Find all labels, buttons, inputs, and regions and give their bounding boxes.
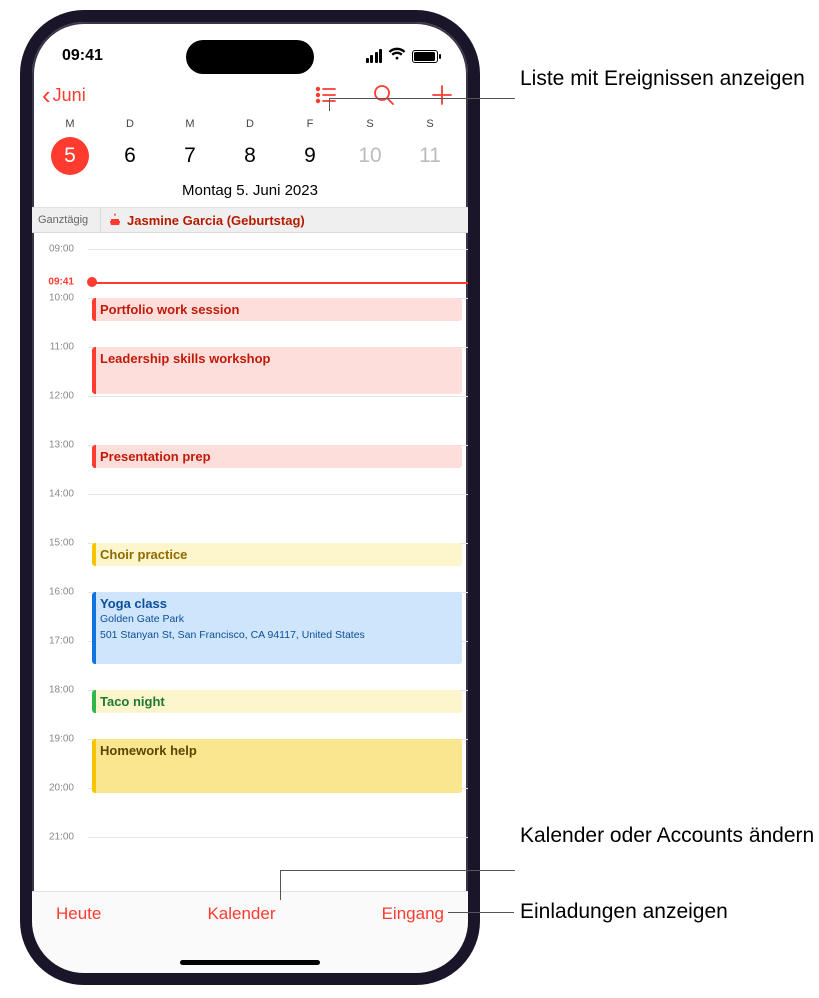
calendar-event[interactable]: Yoga class Golden Gate Park 501 Stanyan St… [92,592,462,664]
today-button[interactable]: Heute [56,904,101,924]
weekday-label: F [280,118,340,130]
list-view-button[interactable] [314,83,338,107]
callout-line [280,870,281,900]
hour-label: 10:00 [32,293,80,304]
hour-label: 09:00 [32,244,80,255]
date-cell[interactable]: 10 [340,136,400,176]
hour-label: 20:00 [32,783,80,794]
calendar-event[interactable]: Portfolio work session [92,298,462,321]
weekday-labels: MDMDFSS [32,116,468,132]
date-cell[interactable]: 6 [100,136,160,176]
hour-line [88,249,468,250]
week-dates: 567891011 [32,132,468,182]
callout-line [329,98,515,99]
callout-accounts: Kalender oder Accounts ändern [520,822,814,849]
allday-event[interactable]: Jasmine Garcia (Geburtstag) [100,208,468,232]
wifi-icon [388,47,406,65]
notch [186,40,314,74]
cellular-icon [366,49,383,63]
event-title: Yoga class [100,596,454,611]
bottom-toolbar: Heute Kalender Eingang [32,891,468,973]
hour-label: 16:00 [32,587,80,598]
event-title: Presentation prep [100,449,454,464]
weekday-label: M [40,118,100,130]
event-title: Taco night [100,694,454,709]
callout-list: Liste mit Ereignissen anzeigen [520,65,805,92]
hour-label: 17:00 [32,636,80,647]
home-indicator [180,960,320,965]
status-time: 09:41 [62,47,103,65]
date-cell[interactable]: 7 [160,136,220,176]
inbox-button[interactable]: Eingang [382,904,444,924]
callout-line [448,912,514,913]
date-cell[interactable]: 11 [400,136,460,176]
hour-label: 18:00 [32,685,80,696]
back-label: Juni [53,85,86,106]
hour-label: 19:00 [32,734,80,745]
timeline[interactable]: 09:00 10:00 11:00 12:00 13:00 14:00 15:00 16:00… [32,233,468,867]
chevron-left-icon: ‹ [42,82,51,108]
weekday-label: D [220,118,280,130]
full-date-header: Montag 5. Juni 2023 [32,182,468,208]
iphone-frame: 09:41 ‹ Juni [20,10,480,985]
allday-row: Ganztägig Jasmine Garcia (Geburtstag) [32,208,468,233]
hour-label: 11:00 [32,342,80,353]
event-title: Choir practice [100,547,454,562]
weekday-label: D [100,118,160,130]
date-cell[interactable]: 9 [280,136,340,176]
calendar-event[interactable]: Taco night [92,690,462,713]
callout-line [329,98,330,111]
event-title: Homework help [100,743,454,758]
weekday-label: S [340,118,400,130]
calendars-button[interactable]: Kalender [207,904,275,924]
hour-label: 13:00 [32,440,80,451]
status-right [366,47,439,65]
battery-icon [412,50,438,63]
calendar-event[interactable]: Choir practice [92,543,462,566]
weekday-label: M [160,118,220,130]
now-time-label: 09:41 [32,277,80,288]
callout-line [280,870,515,871]
hour-line [88,837,468,838]
event-address: 501 Stanyan St, San Francisco, CA 94117,… [100,629,454,643]
event-location: Golden Gate Park [100,613,454,627]
allday-label: Ganztägig [32,208,100,232]
hour-label: 14:00 [32,489,80,500]
weekday-label: S [400,118,460,130]
event-title: Portfolio work session [100,302,454,317]
add-event-button[interactable] [430,83,454,107]
hour-label: 21:00 [32,832,80,843]
calendar-event[interactable]: Leadership skills workshop [92,347,462,394]
date-cell[interactable]: 8 [220,136,280,176]
hour-line [88,494,468,495]
nav-bar: ‹ Juni [32,76,468,116]
hour-line [88,396,468,397]
date-cell[interactable]: 5 [40,136,100,176]
hour-label: 15:00 [32,538,80,549]
back-button[interactable]: ‹ Juni [42,82,86,108]
now-line [88,282,468,284]
event-title: Leadership skills workshop [100,351,454,366]
calendar-event[interactable]: Presentation prep [92,445,462,468]
birthday-icon [109,213,121,228]
calendar-event[interactable]: Homework help [92,739,462,793]
hour-label: 12:00 [32,391,80,402]
search-button[interactable] [372,83,396,107]
allday-event-title: Jasmine Garcia (Geburtstag) [127,213,305,228]
callout-invites: Einladungen anzeigen [520,898,728,925]
